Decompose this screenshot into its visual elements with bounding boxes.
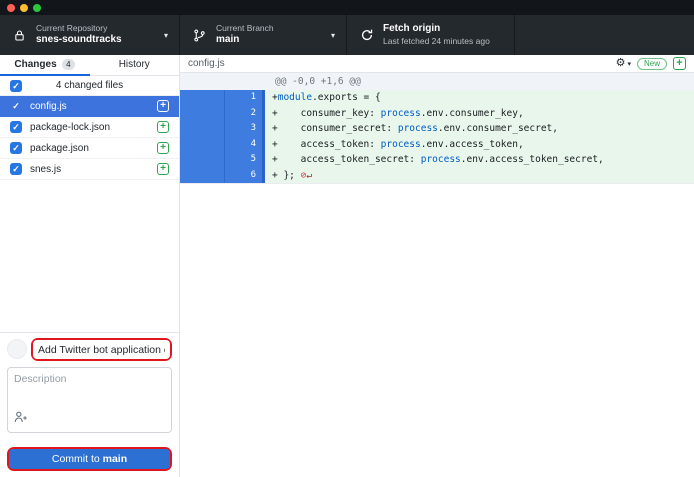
added-status-icon: + [157,100,169,112]
diff-gutter-old[interactable] [180,121,225,137]
file-checkbox[interactable]: ✓ [10,121,22,133]
diff-gutter-new[interactable]: 5 [225,152,265,168]
commit-summary-row [7,338,172,362]
diff-panel: config.js ⚙ ▾ New + @@ -0,0 +1,6 @@ 1+mo… [180,55,694,477]
git-branch-icon [192,29,207,42]
file-name: package-lock.json [30,122,149,133]
file-name: package.json [30,143,149,154]
toolbar: Current Repository snes-soundtracks ▾ Cu… [0,15,694,55]
current-branch-value: main [216,34,274,47]
add-coauthor-icon[interactable] [14,410,28,428]
diff-hunk-header: @@ -0,0 +1,6 @@ [180,73,694,90]
titlebar [0,0,694,15]
diff-gutter-new[interactable]: 4 [225,137,265,153]
diff-line-5[interactable]: 5+ access_token_secret: process.env.acce… [180,152,694,168]
diff-gutter-new[interactable]: 3 [225,121,265,137]
changes-sidebar: Changes 4 History ✓ 4 changed files ✓ con… [0,55,180,477]
added-status-icon: + [157,142,169,154]
app-window: Current Repository snes-soundtracks ▾ Cu… [0,0,694,477]
diff-line-2[interactable]: 2+ consumer_key: process.env.consumer_ke… [180,106,694,122]
diff-line-4[interactable]: 4+ access_token: process.env.access_toke… [180,137,694,153]
select-all-row: ✓ 4 changed files [0,76,179,96]
tab-changes-label: Changes [14,59,56,70]
diff-gutter-new[interactable]: 2 [225,106,265,122]
chevron-down-icon: ▾ [164,31,168,40]
commit-button-branch: main [103,453,128,465]
chevron-down-icon: ▾ [331,31,335,40]
avatar [7,339,27,359]
current-branch-label: Current Branch [216,23,274,34]
diff-code-text: + consumer_secret: process.env.consumer_… [265,121,694,137]
sidebar-empty-space [0,180,179,332]
sidebar-tabs: Changes 4 History [0,55,179,76]
new-file-badge: New [637,58,667,70]
diff-gutter-old[interactable] [180,152,225,168]
sync-icon [359,28,374,42]
current-branch-dropdown[interactable]: Current Branch main ▾ [180,15,347,55]
diff-code-text: + }; ⊘↵ [265,168,694,184]
commit-summary-input[interactable] [33,340,170,359]
close-window-button[interactable] [7,4,15,12]
diff-gutter-new[interactable]: 1 [225,90,265,106]
gear-icon: ⚙ [616,58,626,69]
file-row-package.json[interactable]: ✓ package.json + [0,138,179,159]
file-row-config.js[interactable]: ✓ config.js + [0,96,179,117]
commit-form: Commit to main [0,332,179,477]
annotation-box-summary [31,338,172,362]
toolbar-empty-space [515,15,694,55]
diff-code-text: + access_token: process.env.access_token… [265,137,694,153]
file-name: config.js [30,101,149,112]
tab-history[interactable]: History [90,55,180,76]
diff-lines: 1+module.exports = {2+ consumer_key: pro… [180,90,694,184]
diff-gutter-old[interactable] [180,90,225,106]
select-all-checkbox[interactable]: ✓ [10,80,22,92]
diff-line-6[interactable]: 6+ }; ⊘↵ [180,168,694,184]
changes-count-badge: 4 [62,59,75,70]
file-row-snes.js[interactable]: ✓ snes.js + [0,159,179,180]
diff-gutter-old[interactable] [180,137,225,153]
lock-icon [12,29,27,42]
changed-files-count: 4 changed files [0,80,179,91]
current-repository-label: Current Repository [36,23,122,34]
chevron-down-icon: ▾ [627,60,631,68]
tab-changes[interactable]: Changes 4 [0,55,90,76]
file-row-package-lock.json[interactable]: ✓ package-lock.json + [0,117,179,138]
added-status-icon: + [157,121,169,133]
annotation-box-commit-button: Commit to main [7,447,172,471]
diff-code-text: + consumer_key: process.env.consumer_key… [265,106,694,122]
diff-gutter-new[interactable]: 6 [225,168,265,184]
diff-code-text: +module.exports = { [265,90,694,106]
zoom-window-button[interactable] [33,4,41,12]
commit-to-main-button[interactable]: Commit to main [9,449,170,469]
fetch-origin-button[interactable]: Fetch origin Last fetched 24 minutes ago [347,15,515,55]
tab-history-label: History [119,59,150,70]
diff-file-header: config.js ⚙ ▾ New + [180,55,694,73]
commit-description-input[interactable] [8,368,171,412]
file-list: ✓ config.js + ✓ package-lock.json + ✓ package.j… [0,96,179,180]
added-file-icon: + [673,57,686,70]
content-area: Changes 4 History ✓ 4 changed files ✓ con… [0,55,694,477]
added-status-icon: + [157,163,169,175]
diff-filename: config.js [188,58,225,69]
file-checkbox[interactable]: ✓ [10,100,22,112]
minimize-window-button[interactable] [20,4,28,12]
file-name: snes.js [30,164,149,175]
fetch-origin-sublabel: Last fetched 24 minutes ago [383,36,490,47]
current-repository-value: snes-soundtracks [36,34,122,47]
diff-line-3[interactable]: 3+ consumer_secret: process.env.consumer… [180,121,694,137]
diff-gutter-old[interactable] [180,168,225,184]
current-repository-dropdown[interactable]: Current Repository snes-soundtracks ▾ [0,15,180,55]
diff-code-text: + access_token_secret: process.env.acces… [265,152,694,168]
commit-description-box [7,367,172,433]
diff-gutter-old[interactable] [180,106,225,122]
file-checkbox[interactable]: ✓ [10,142,22,154]
fetch-origin-label: Fetch origin [383,23,490,36]
diff-line-1[interactable]: 1+module.exports = { [180,90,694,106]
diff-options-button[interactable]: ⚙ ▾ [616,58,631,69]
file-checkbox[interactable]: ✓ [10,163,22,175]
commit-button-prefix: Commit to [52,453,103,465]
